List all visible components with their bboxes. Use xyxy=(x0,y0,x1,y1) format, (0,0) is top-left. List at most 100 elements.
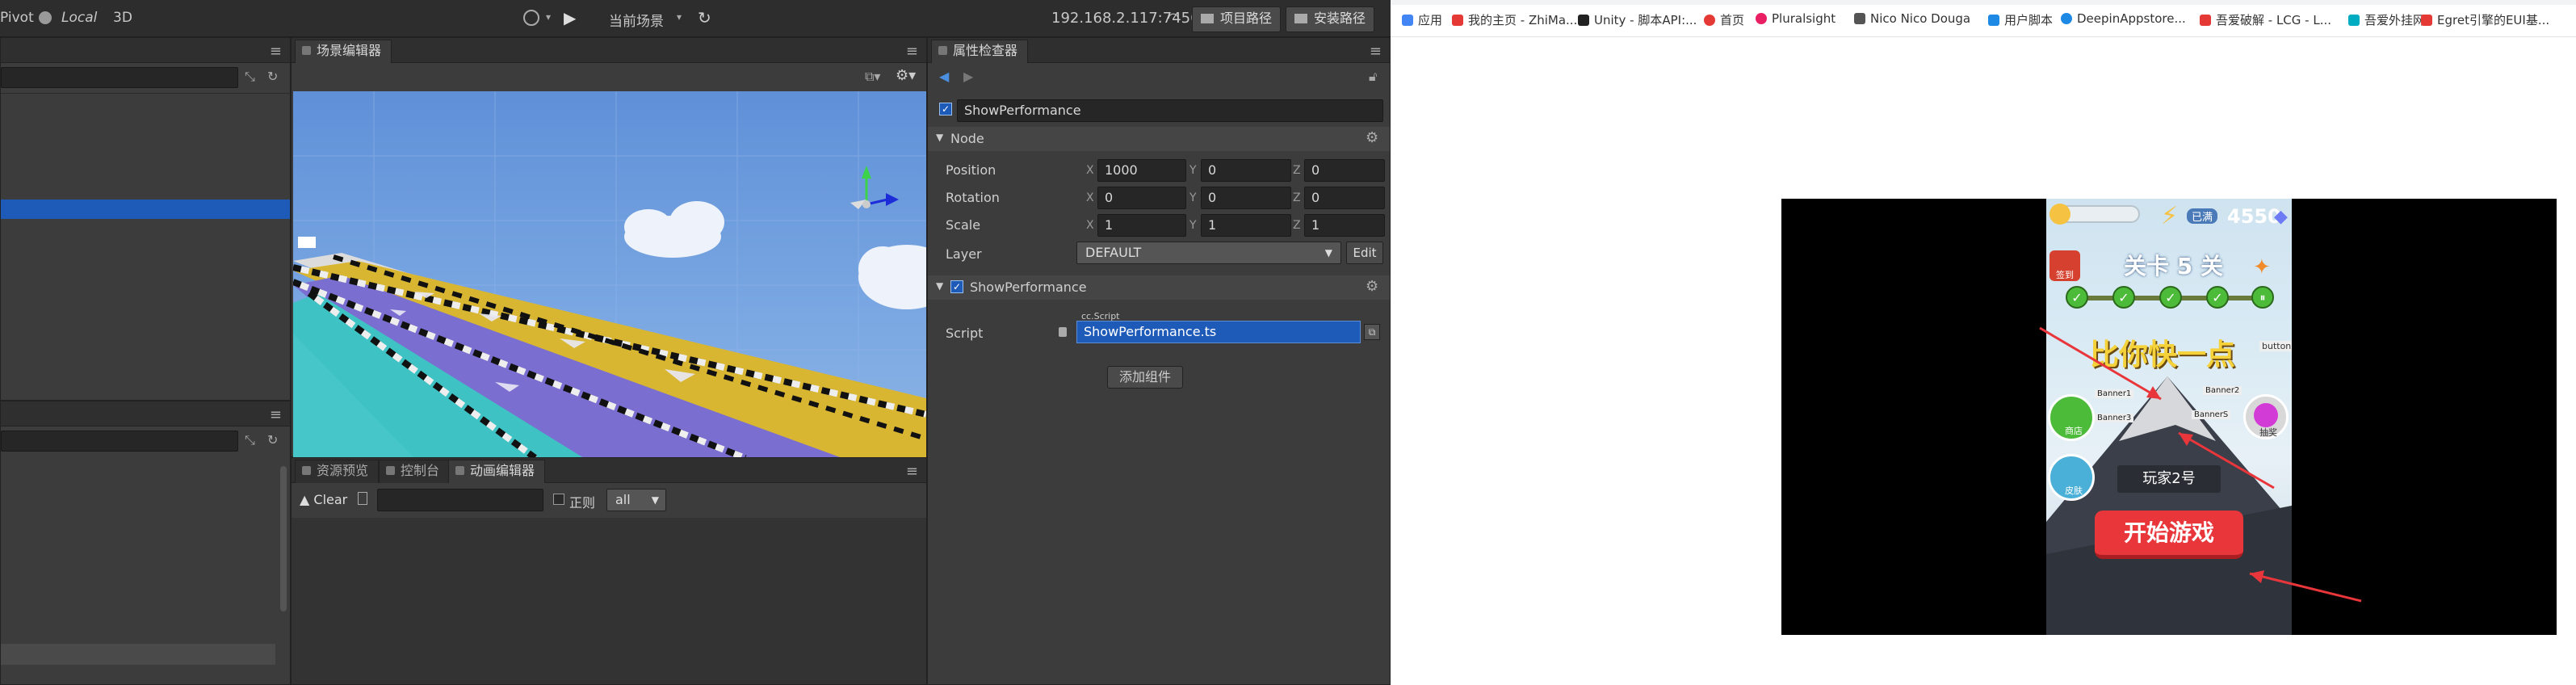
console-filter-input[interactable] xyxy=(377,489,543,511)
scale-z-input[interactable]: 1 xyxy=(1304,214,1385,237)
assets-scrollbar[interactable] xyxy=(280,466,287,611)
tab-scene-editor[interactable]: 场景编辑器 xyxy=(295,40,392,63)
bookmark-10[interactable]: Egret引擎的EUI基... xyxy=(2421,11,2549,28)
position-z-input[interactable]: 0 xyxy=(1304,159,1385,182)
clear-button[interactable]: ▲ Clear xyxy=(300,489,347,511)
log-level-value: all xyxy=(615,492,631,507)
scene-select[interactable]: 当前场景 xyxy=(609,10,664,30)
bookmark-1[interactable]: 我的主页 - ZhiMa... xyxy=(1452,11,1577,28)
pivot-toggle[interactable]: Pivot xyxy=(0,10,34,26)
inspector-tab-icon xyxy=(938,46,947,55)
bookmark-8[interactable]: 吾爱破解 - LCG - L... xyxy=(2200,11,2331,28)
bookmark-label: 吾爱破解 - LCG - L... xyxy=(2216,13,2332,27)
bookmark-0[interactable]: 应用 xyxy=(1402,11,1442,28)
layer-edit-button[interactable]: Edit xyxy=(1346,242,1383,264)
scene-editor-panel: 场景编辑器 ≡ ⧉▾ ⚙▾ xyxy=(291,37,927,458)
scene-tab-label: 场景编辑器 xyxy=(317,43,382,58)
console-header: 资源预览 控制台 动画编辑器 ≡ xyxy=(292,458,926,483)
scene-viewport[interactable] xyxy=(293,91,926,458)
regex-checkbox[interactable] xyxy=(553,494,564,505)
inspector-menu-icon[interactable]: ≡ xyxy=(1370,43,1382,60)
selected-node-row[interactable] xyxy=(1,200,290,219)
animation-tab-label: 动画编辑器 xyxy=(470,463,535,478)
platform-globe-icon[interactable] xyxy=(523,10,539,26)
node-settings-icon[interactable]: ⚙ xyxy=(1366,129,1378,146)
position-x-input[interactable]: 1000 xyxy=(1097,159,1186,182)
camera-icon[interactable]: ⧉▾ xyxy=(865,69,880,85)
hierarchy-search-input[interactable] xyxy=(1,67,238,88)
hierarchy-refresh-icon[interactable]: ↻ xyxy=(267,69,278,84)
hierarchy-menu-icon[interactable]: ≡ xyxy=(270,43,282,60)
waigua-icon xyxy=(2348,15,2360,26)
node-section-title: Node xyxy=(950,131,984,146)
assets-search-input[interactable] xyxy=(1,431,238,452)
assets-collapse-icon[interactable]: ⤡ xyxy=(245,432,255,448)
add-component-button[interactable]: 添加组件 xyxy=(1107,366,1183,389)
browser-window: 应用 我的主页 - ZhiMa... Unity - 脚本API:... 首页 … xyxy=(1391,0,2576,685)
home-icon xyxy=(1704,15,1715,26)
bookmark-5[interactable]: Nico Nico Douga xyxy=(1854,11,1970,26)
game-preview-canvas[interactable]: ⚡ 已满 4550 ◆ 签到 关卡 5 关 ✦ ✓ ✓ ✓ ✓ ⏸ 比你快一点 … xyxy=(1781,199,2557,635)
script-asset-field[interactable]: ShowPerformance.ts xyxy=(1076,321,1361,343)
scene-settings-icon[interactable]: ⚙▾ xyxy=(896,67,916,84)
scene-editor-header: 场景编辑器 ≡ xyxy=(292,38,926,63)
bookmark-6[interactable]: 用户脚本 xyxy=(1988,11,2053,28)
install-path-label: 安装路径 xyxy=(1314,11,1366,26)
tab-inspector[interactable]: 属性检查器 xyxy=(931,40,1029,63)
component-enabled-checkbox[interactable]: ✓ xyxy=(950,280,963,293)
mode-3d-toggle[interactable]: 3D xyxy=(113,10,132,26)
annotation-arrows xyxy=(2039,326,2362,603)
bookmark-2[interactable]: Unity - 脚本API:... xyxy=(1578,11,1697,28)
lock-icon[interactable]: 🔓︎ xyxy=(1369,69,1377,85)
assets-refresh-icon[interactable]: ↻ xyxy=(267,432,278,448)
log-level-select[interactable]: all ▼ xyxy=(606,489,666,511)
scale-y-input[interactable]: 1 xyxy=(1201,214,1291,237)
component-header[interactable]: ▼ ✓ ShowPerformance ⚙ xyxy=(928,275,1390,300)
tab-animation-editor[interactable]: 动画编辑器 xyxy=(448,460,546,483)
scene-menu-icon[interactable]: ≡ xyxy=(906,43,918,60)
layer-select[interactable]: DEFAULT ▼ xyxy=(1076,242,1341,264)
position-y-axis: Y xyxy=(1189,164,1197,177)
console-tab-icon xyxy=(386,466,395,475)
layer-value: DEFAULT xyxy=(1085,245,1142,260)
rotation-x-axis: X xyxy=(1086,191,1094,204)
node-section-header[interactable]: ▼ Node ⚙ xyxy=(928,127,1390,151)
asset-preview-tab-label: 资源预览 xyxy=(317,463,369,478)
position-y-input[interactable]: 0 xyxy=(1201,159,1291,182)
bookmark-label: Egret引擎的EUI基... xyxy=(2437,13,2550,27)
node-active-checkbox[interactable]: ✓ xyxy=(939,103,952,116)
refresh-icon[interactable]: ↻ xyxy=(698,8,711,27)
clear-label: Clear xyxy=(313,492,348,507)
node-name-input[interactable]: ShowPerformance xyxy=(957,99,1383,122)
scale-x-input[interactable]: 1 xyxy=(1097,214,1186,237)
rotation-z-input[interactable]: 0 xyxy=(1304,187,1385,209)
project-path-button[interactable]: 项目路径 xyxy=(1192,6,1282,32)
scale-y-axis: Y xyxy=(1189,219,1197,232)
component-title: ShowPerformance xyxy=(970,279,1087,295)
bookmark-4[interactable]: Pluralsight xyxy=(1756,11,1836,26)
bookmark-label: 应用 xyxy=(1418,13,1443,27)
scale-x-axis: X xyxy=(1086,219,1094,232)
forward-arrow-icon[interactable]: ▶ xyxy=(963,69,973,84)
tab-asset-preview[interactable]: 资源预览 xyxy=(295,460,380,483)
scene-chevron-icon: ▾ xyxy=(677,11,682,23)
inspector-panel: 属性检查器 ≡ ◀ ▶ 🔓︎ ✓ ShowPerformance ▼ Node … xyxy=(927,37,1391,685)
file-icon[interactable] xyxy=(358,492,367,505)
console-menu-icon[interactable]: ≡ xyxy=(906,463,918,480)
tab-console[interactable]: 控制台 xyxy=(379,460,451,483)
hierarchy-panel: ≡ ⤡ ↻ xyxy=(0,37,292,401)
bookmark-3[interactable]: 首页 xyxy=(1704,11,1744,28)
rotation-x-input[interactable]: 0 xyxy=(1097,187,1186,209)
rotation-y-input[interactable]: 0 xyxy=(1201,187,1291,209)
install-path-button[interactable]: 安装路径 xyxy=(1286,6,1375,32)
bookmark-7[interactable]: DeepinAppstore... xyxy=(2061,11,2186,26)
browse-asset-icon[interactable]: ⧉ xyxy=(1364,324,1380,340)
bookmark-9[interactable]: 吾爱外挂网 xyxy=(2348,11,2425,28)
assets-menu-icon[interactable]: ≡ xyxy=(270,406,282,423)
component-settings-icon[interactable]: ⚙ xyxy=(1366,278,1378,295)
collapse-icon[interactable]: ⤡ xyxy=(245,69,255,85)
back-arrow-icon[interactable]: ◀ xyxy=(939,69,949,84)
bookmark-label: Unity - 脚本API:... xyxy=(1594,13,1697,27)
play-icon[interactable]: ▶ xyxy=(564,8,576,27)
local-toggle[interactable]: Local xyxy=(61,10,97,26)
